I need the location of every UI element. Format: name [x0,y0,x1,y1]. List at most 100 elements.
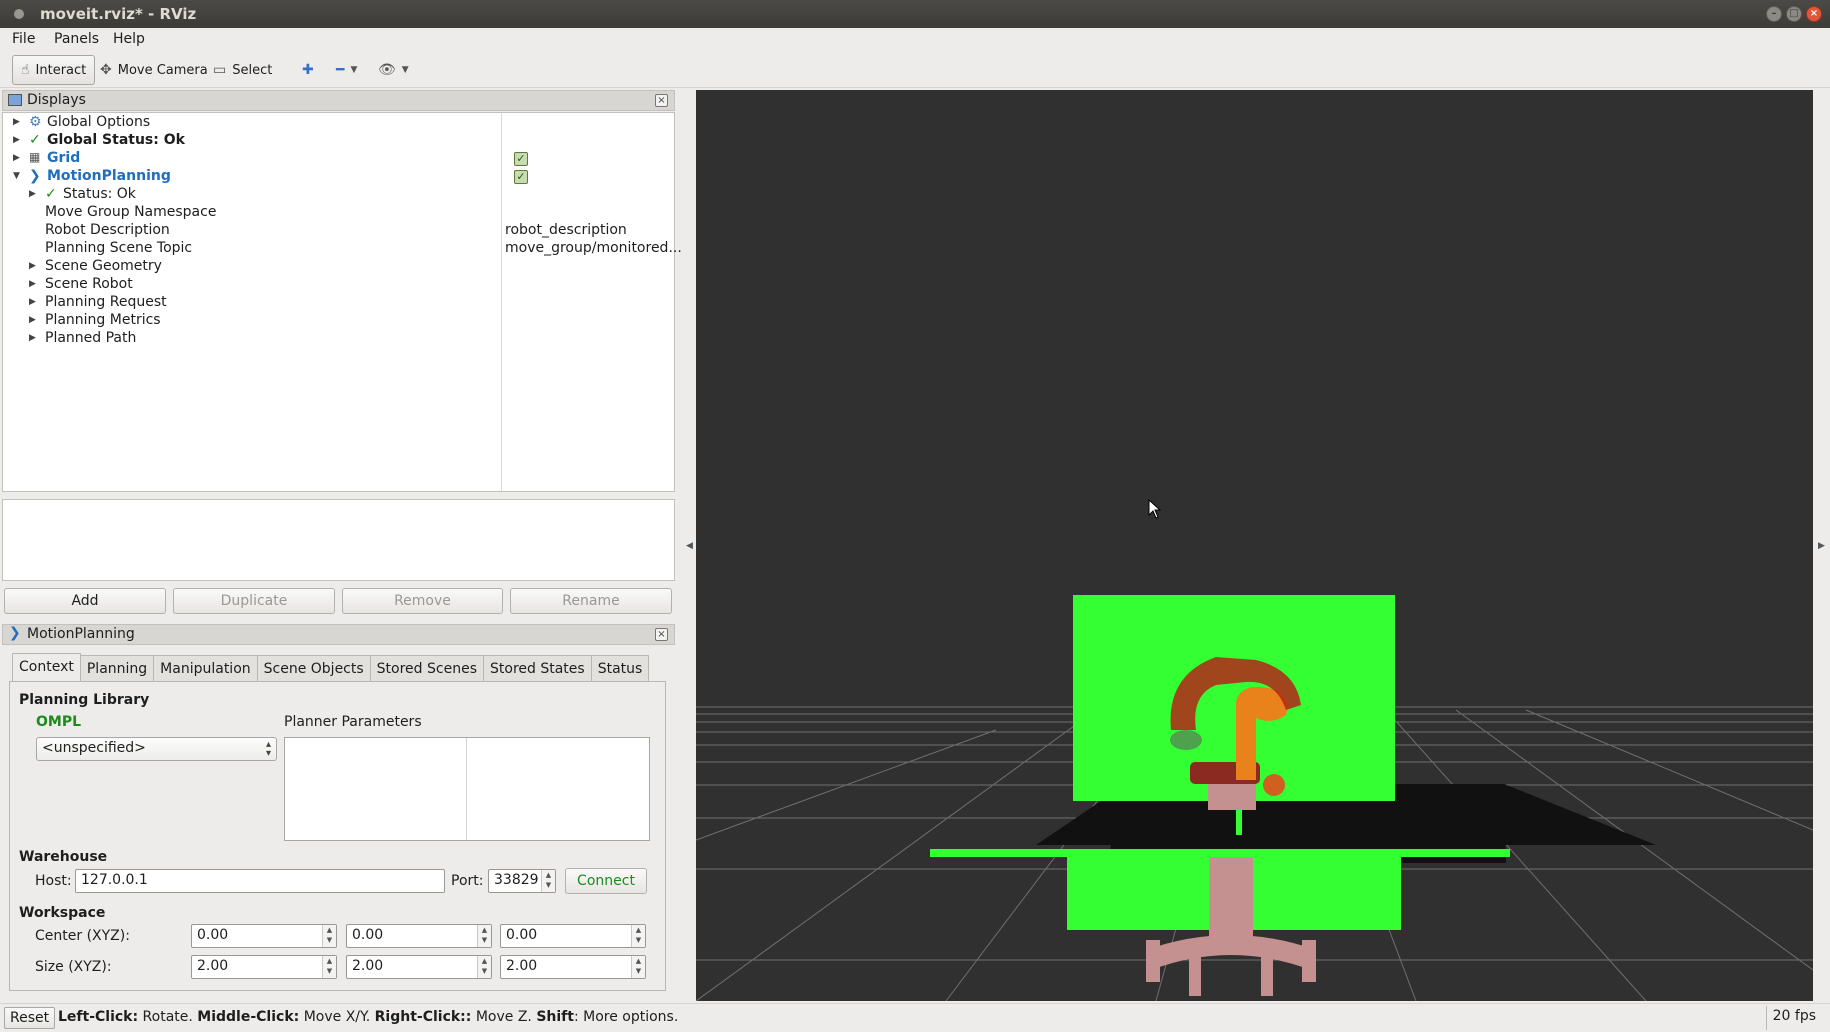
spin-arrows-icon[interactable]: ▲ ▼ [631,956,645,978]
planner-select[interactable]: <unspecified> ▴ ▾ [36,737,277,761]
add-display-button[interactable]: Add [4,588,166,614]
close-panel-icon[interactable]: × [655,94,668,107]
interact-tool-button[interactable]: ☝ Interact [12,55,96,85]
tree-item-label: Move Group Namespace [45,204,217,220]
close-panel-icon[interactable]: × [655,628,668,641]
displays-panel-header: Displays × [2,90,675,111]
size-x-spinbox[interactable]: 2.00 ▲ ▼ [191,955,337,979]
spin-arrows-icon[interactable]: ▲ ▼ [541,870,555,892]
displays-tree: ▶ ⚙ Global Options ▶ ✓ Global Status: Ok… [2,112,682,492]
add-tool-button[interactable]: ✚ [294,55,322,85]
title-bar: moveit.rviz* - RViz – □ × [0,0,1830,28]
center-z-value: 0.00 [506,927,538,943]
menu-panels[interactable]: Panels [54,31,99,47]
expand-arrow-icon[interactable]: ▶ [29,315,36,325]
plus-icon: ✚ [302,62,314,78]
tree-item-label: Planning Metrics [45,312,161,328]
expand-arrow-icon[interactable]: ▶ [29,297,36,307]
host-input[interactable]: 127.0.0.1 [75,869,445,893]
tab-context[interactable]: Context [12,653,81,683]
close-window-button[interactable]: × [1806,6,1822,22]
3d-viewport[interactable] [696,90,1813,1001]
remove-display-button[interactable]: Remove [342,588,503,614]
tree-item-label: Grid [47,150,81,166]
center-x-value: 0.00 [197,927,229,943]
display-description-box [2,499,675,581]
expand-arrow-icon[interactable]: ▶ [29,333,36,343]
move-camera-tool-button[interactable]: ✥ Move Camera [92,55,216,85]
planner-parameters-label: Planner Parameters [284,714,422,730]
expand-arrow-icon[interactable]: ▶ [29,189,36,199]
window-title: moveit.rviz* - RViz [40,5,197,23]
spin-arrows-icon[interactable]: ▲ ▼ [477,925,491,947]
menu-help[interactable]: Help [113,31,145,47]
select-tool-button[interactable]: ▭ Select [205,55,280,85]
expand-arrow-icon[interactable]: ▶ [29,279,36,289]
collapse-left-dock-icon[interactable]: ◀ [686,541,693,551]
motion-planning-enabled-checkbox[interactable]: ✓ [514,170,528,184]
tree-item-grid[interactable]: ▶ ▦ Grid ✓ [9,150,669,168]
center-z-spinbox[interactable]: 0.00 ▲ ▼ [500,924,646,948]
mouse-hint: Left-Click: Rotate. Middle-Click: Move X… [58,1009,679,1025]
reset-button[interactable]: Reset [4,1007,56,1029]
window-icon [14,9,24,19]
tab-status[interactable]: Status [590,655,650,682]
expand-arrow-icon[interactable]: ▶ [29,261,36,271]
robot-wrist [1263,774,1285,796]
view-options-button[interactable]: 👁 ▼ [370,55,417,85]
connect-button[interactable]: Connect [565,868,647,894]
tree-item-motion-planning[interactable]: ▼ ❯ MotionPlanning ✓ [9,168,669,186]
planning-library-heading: Planning Library [19,692,150,708]
status-bar: Reset Left-Click: Rotate. Middle-Click: … [0,1003,1830,1032]
port-spinbox[interactable]: 33829 ▲ ▼ [488,869,556,893]
robot-torso [1208,780,1256,810]
3d-scene [696,595,1813,1001]
robot-description-value[interactable]: robot_description [505,222,627,238]
tree-item-label: Status: Ok [63,186,136,202]
menu-bar: File Panels Help [0,28,1830,50]
center-x-spinbox[interactable]: 0.00 ▲ ▼ [191,924,337,948]
grid-enabled-checkbox[interactable]: ✓ [514,152,528,166]
chevron-down-icon: ▼ [401,65,409,75]
tab-scene-objects[interactable]: Scene Objects [256,655,371,682]
planning-library-name: OMPL [36,714,82,730]
size-x-value: 2.00 [197,958,229,974]
size-z-spinbox[interactable]: 2.00 ▲ ▼ [500,955,646,979]
green-table-edge [930,849,1510,857]
tab-stored-scenes[interactable]: Stored Scenes [369,655,484,682]
minimize-button[interactable]: – [1766,6,1782,22]
motion-planning-panel-title: MotionPlanning [27,626,135,642]
collapse-right-dock-icon[interactable]: ▶ [1818,541,1825,551]
spin-arrows-icon[interactable]: ▲ ▼ [322,925,336,947]
tree-item-label: Global Options [47,114,151,130]
size-y-spinbox[interactable]: 2.00 ▲ ▼ [346,955,492,979]
tab-planning[interactable]: Planning [79,655,155,682]
tree-item-planning-scene-topic[interactable]: Planning Scene Topic move_group/monitore… [3,240,682,258]
rename-display-button[interactable]: Rename [510,588,672,614]
checkmark-icon: ✓ [45,186,57,202]
collapse-arrow-icon[interactable]: ▼ [13,171,20,181]
motion-planning-tabs: Context Planning Manipulation Scene Obje… [12,653,650,683]
green-post [1236,807,1242,835]
checkmark-icon: ✓ [29,132,41,148]
expand-arrow-icon[interactable]: ▶ [13,153,20,163]
duplicate-display-button[interactable]: Duplicate [173,588,335,614]
maximize-button[interactable]: □ [1786,6,1802,22]
remove-tool-button[interactable]: ━ ▼ [328,55,365,85]
tree-item-robot-description[interactable]: Robot Description robot_description [3,222,673,240]
tree-item-label: Scene Geometry [45,258,162,274]
spin-arrows-icon[interactable]: ▲ ▼ [631,925,645,947]
center-y-spinbox[interactable]: 0.00 ▲ ▼ [346,924,492,948]
tab-manipulation[interactable]: Manipulation [153,655,258,682]
planning-scene-topic-value[interactable]: move_group/monitored... [505,240,682,256]
expand-arrow-icon[interactable]: ▶ [13,135,20,145]
tree-item-label: Robot Description [45,222,170,238]
robot-base-legs [1146,935,1316,970]
menu-file[interactable]: File [12,31,35,47]
spin-arrows-icon[interactable]: ▲ ▼ [322,956,336,978]
spin-arrows-icon[interactable]: ▲ ▼ [477,956,491,978]
tab-stored-states[interactable]: Stored States [483,655,592,682]
expand-arrow-icon[interactable]: ▶ [13,117,20,127]
planner-parameters-table[interactable] [284,737,650,841]
size-label: Size (XYZ): [35,959,112,975]
